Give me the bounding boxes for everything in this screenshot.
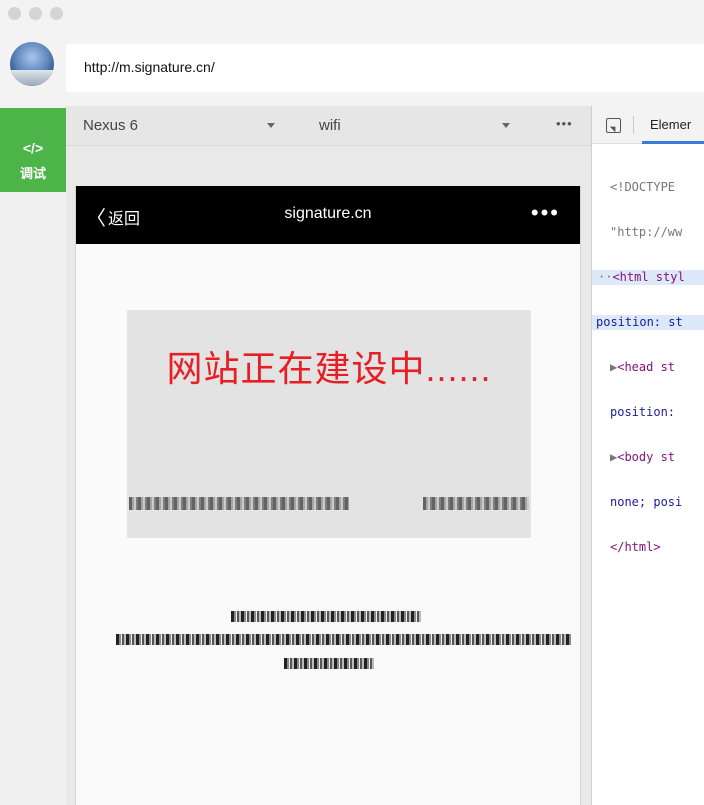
dom-line-selected[interactable]: ··<html styl <box>592 270 704 285</box>
dom-line[interactable]: ▶<body st <box>592 450 704 465</box>
toolbar-divider <box>633 116 634 134</box>
phone-nav-bar: 〈 返回 signature.cn ••• <box>76 186 580 244</box>
address-row: http://m.signature.cn/ <box>0 32 704 106</box>
devtools-toolbar: Elemer <box>592 106 704 144</box>
active-tab-indicator <box>642 141 704 144</box>
network-dropdown-icon[interactable] <box>502 123 510 128</box>
devtools-panel: Elemer <!DOCTYPE "http://ww ··<html styl… <box>591 106 704 805</box>
blurred-footer-line-1 <box>231 611 421 622</box>
blurred-contact-text <box>129 497 349 510</box>
dom-line-selected[interactable]: position: st <box>592 315 704 330</box>
close-window-button[interactable] <box>8 7 21 20</box>
debug-tab-label: 调试 <box>19 166 46 181</box>
dom-line[interactable]: </html> <box>592 540 704 555</box>
dom-line[interactable]: none; posi <box>592 495 704 510</box>
toolbar-more-button[interactable]: ••• <box>556 116 573 131</box>
blurred-phone-text <box>423 497 529 510</box>
maximize-window-button[interactable] <box>50 7 63 20</box>
dom-tree: <!DOCTYPE "http://ww ··<html styl positi… <box>592 150 704 585</box>
dom-line[interactable]: <!DOCTYPE <box>592 180 704 195</box>
dom-line[interactable]: position: <box>592 405 704 420</box>
url-bar[interactable]: http://m.signature.cn/ <box>66 44 704 92</box>
blurred-footer-line-3 <box>284 658 374 669</box>
page-title: signature.cn <box>284 205 372 222</box>
avatar[interactable] <box>10 42 54 86</box>
inspect-element-icon[interactable] <box>606 118 621 133</box>
tab-elements[interactable]: Elemer <box>650 117 691 132</box>
banner-title: 网站正在建设中...... <box>166 348 492 389</box>
minimize-window-button[interactable] <box>29 7 42 20</box>
debug-tab[interactable]: </> 调试 <box>0 108 66 192</box>
device-toolbar: Nexus 6 wifi ••• <box>66 106 591 146</box>
window-titlebar <box>0 0 704 32</box>
dom-line[interactable]: ▶<head st <box>592 360 704 375</box>
left-sidebar <box>0 106 66 805</box>
network-select[interactable]: wifi <box>319 117 341 134</box>
phone-viewport: 〈 返回 signature.cn ••• 网站正在建设中...... <box>75 186 581 805</box>
device-dropdown-icon[interactable] <box>267 123 275 128</box>
dom-line[interactable]: "http://ww <box>592 225 704 240</box>
device-select[interactable]: Nexus 6 <box>83 117 138 134</box>
more-menu-button[interactable]: ••• <box>531 200 560 226</box>
url-text[interactable]: http://m.signature.cn/ <box>84 59 215 75</box>
construction-banner: 网站正在建设中...... <box>127 310 531 538</box>
blurred-footer-line-2 <box>116 634 571 645</box>
code-icon: </> <box>22 140 44 156</box>
